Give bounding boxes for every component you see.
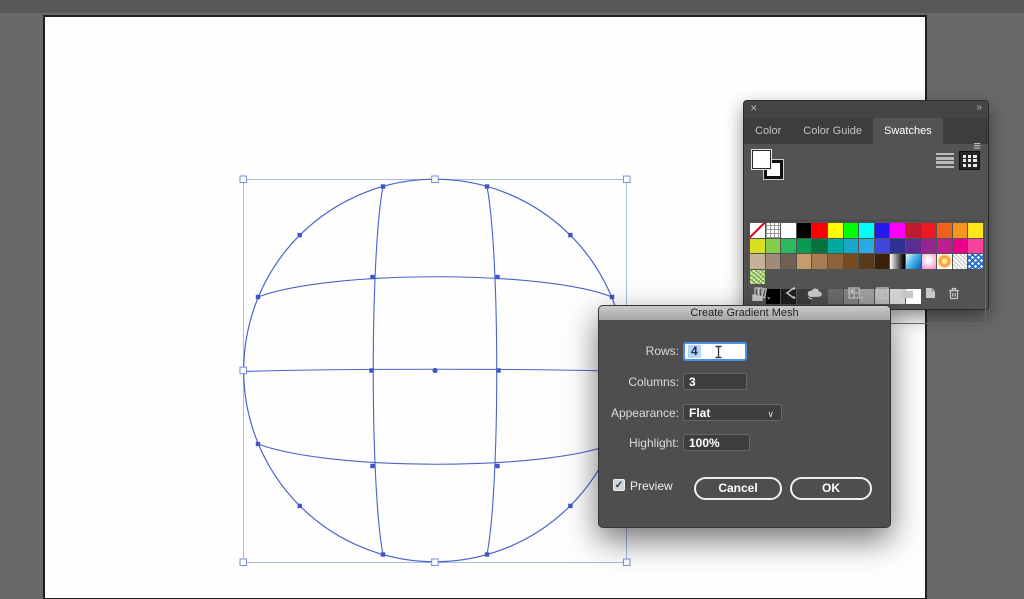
swatch-libraries-icon[interactable] bbox=[753, 285, 771, 301]
collapse-panel-icon[interactable]: » bbox=[976, 102, 982, 113]
dialog-title[interactable]: Create Gradient Mesh bbox=[599, 306, 890, 320]
swatch[interactable] bbox=[797, 239, 812, 254]
swatch[interactable] bbox=[890, 223, 905, 238]
swatch-registration[interactable] bbox=[766, 223, 781, 238]
highlight-row: Highlight: 100% bbox=[599, 434, 890, 454]
swatch[interactable] bbox=[797, 223, 812, 238]
close-icon[interactable]: ✕ bbox=[750, 103, 758, 114]
swatch[interactable] bbox=[812, 254, 827, 269]
swatch[interactable] bbox=[766, 254, 781, 269]
swatch-row bbox=[750, 270, 983, 285]
panel-tab-bar: ColorColor GuideSwatches ≡ bbox=[744, 118, 988, 144]
swatch-gradient-bw[interactable] bbox=[890, 254, 905, 269]
swatch[interactable] bbox=[937, 239, 952, 254]
swatch[interactable] bbox=[906, 223, 921, 238]
swatch-row bbox=[750, 223, 983, 238]
swatch[interactable] bbox=[953, 223, 968, 238]
highlight-label: Highlight: bbox=[599, 434, 679, 453]
swatch[interactable] bbox=[875, 254, 890, 269]
panel-header: ✕ » bbox=[744, 101, 988, 118]
swatch[interactable] bbox=[859, 223, 874, 238]
illustrator-workspace: ✕ » ColorColor GuideSwatches ≡ Create Gr… bbox=[0, 0, 1024, 599]
swatch[interactable] bbox=[859, 254, 874, 269]
swatch[interactable] bbox=[906, 239, 921, 254]
swatch-row bbox=[750, 254, 983, 269]
swatch[interactable] bbox=[781, 223, 796, 238]
grid-view-icon[interactable] bbox=[959, 151, 980, 170]
pasteboard-top-strip bbox=[0, 0, 1024, 13]
swatch[interactable] bbox=[968, 223, 983, 238]
swatch[interactable] bbox=[890, 239, 905, 254]
appearance-dropdown[interactable]: Flat ∨ bbox=[683, 404, 782, 421]
swatch-gradient-blue[interactable] bbox=[906, 254, 921, 269]
swatch-pattern-blue[interactable] bbox=[968, 254, 983, 269]
rows-value-selected: 4 bbox=[688, 345, 701, 358]
swatch[interactable] bbox=[750, 239, 765, 254]
new-color-group-icon[interactable] bbox=[899, 285, 915, 301]
show-swatch-kinds-icon[interactable] bbox=[783, 285, 797, 301]
swatch[interactable] bbox=[812, 239, 827, 254]
panel-toolbar bbox=[748, 285, 984, 303]
swatch[interactable] bbox=[875, 239, 890, 254]
swatch[interactable] bbox=[828, 223, 843, 238]
appearance-label: Appearance: bbox=[599, 404, 679, 423]
create-gradient-mesh-dialog: Create Gradient Mesh Rows: 4 Columns: 3 … bbox=[598, 305, 891, 528]
panel-body bbox=[744, 144, 988, 309]
swatch[interactable] bbox=[937, 223, 952, 238]
fill-stroke-proxy[interactable] bbox=[752, 150, 784, 178]
swatch[interactable] bbox=[750, 254, 765, 269]
columns-input[interactable]: 3 bbox=[683, 373, 747, 390]
columns-row: Columns: 3 bbox=[599, 373, 890, 393]
swatch[interactable] bbox=[844, 239, 859, 254]
swatch[interactable] bbox=[953, 239, 968, 254]
cancel-button[interactable]: Cancel bbox=[694, 477, 782, 500]
list-view-icon[interactable] bbox=[936, 152, 954, 169]
swatch-none[interactable] bbox=[750, 223, 765, 238]
tab-swatches[interactable]: Swatches bbox=[873, 118, 943, 144]
appearance-value: Flat bbox=[689, 406, 710, 420]
swatch[interactable] bbox=[828, 254, 843, 269]
swatch-row bbox=[750, 239, 983, 254]
swatch[interactable] bbox=[844, 254, 859, 269]
swatch[interactable] bbox=[781, 254, 796, 269]
ok-button[interactable]: OK bbox=[790, 477, 872, 500]
swatch-gradient-orange[interactable] bbox=[937, 254, 952, 269]
columns-label: Columns: bbox=[599, 373, 679, 392]
rows-input[interactable]: 4 bbox=[683, 342, 747, 361]
swatch[interactable] bbox=[781, 239, 796, 254]
swatch-kinds-grid-icon[interactable] bbox=[847, 285, 865, 301]
view-toggles bbox=[936, 151, 980, 170]
highlight-input[interactable]: 100% bbox=[683, 434, 750, 451]
swatch[interactable] bbox=[828, 239, 843, 254]
swatch[interactable] bbox=[766, 239, 781, 254]
swatch-pattern-white[interactable] bbox=[953, 254, 968, 269]
fill-proxy[interactable] bbox=[752, 150, 771, 169]
new-swatch-icon[interactable] bbox=[923, 285, 937, 301]
rows-label: Rows: bbox=[599, 342, 679, 361]
chevron-down-icon: ∨ bbox=[767, 406, 774, 422]
swatch-options-icon[interactable] bbox=[875, 285, 890, 301]
swatch[interactable] bbox=[922, 223, 937, 238]
dialog-footer: ✓ Preview Cancel OK bbox=[599, 476, 890, 502]
tab-color[interactable]: Color bbox=[744, 118, 792, 144]
rows-row: Rows: 4 bbox=[599, 342, 890, 362]
swatch[interactable] bbox=[968, 239, 983, 254]
cc-libraries-icon[interactable] bbox=[806, 285, 825, 301]
preview-checkbox[interactable]: ✓ bbox=[613, 479, 625, 491]
appearance-row: Appearance: Flat ∨ bbox=[599, 404, 890, 424]
tab-color-guide[interactable]: Color Guide bbox=[792, 118, 873, 144]
delete-swatch-icon[interactable] bbox=[947, 285, 961, 301]
swatch[interactable] bbox=[875, 223, 890, 238]
swatch-gradient-pink[interactable] bbox=[922, 254, 937, 269]
swatch-pattern-green[interactable] bbox=[750, 270, 765, 285]
swatch[interactable] bbox=[812, 223, 827, 238]
preview-label: Preview bbox=[630, 479, 673, 493]
swatch[interactable] bbox=[859, 239, 874, 254]
text-cursor-icon bbox=[714, 345, 723, 359]
swatch[interactable] bbox=[797, 254, 812, 269]
swatch[interactable] bbox=[844, 223, 859, 238]
swatches-panel: ✕ » ColorColor GuideSwatches ≡ bbox=[743, 100, 989, 310]
swatch[interactable] bbox=[922, 239, 937, 254]
